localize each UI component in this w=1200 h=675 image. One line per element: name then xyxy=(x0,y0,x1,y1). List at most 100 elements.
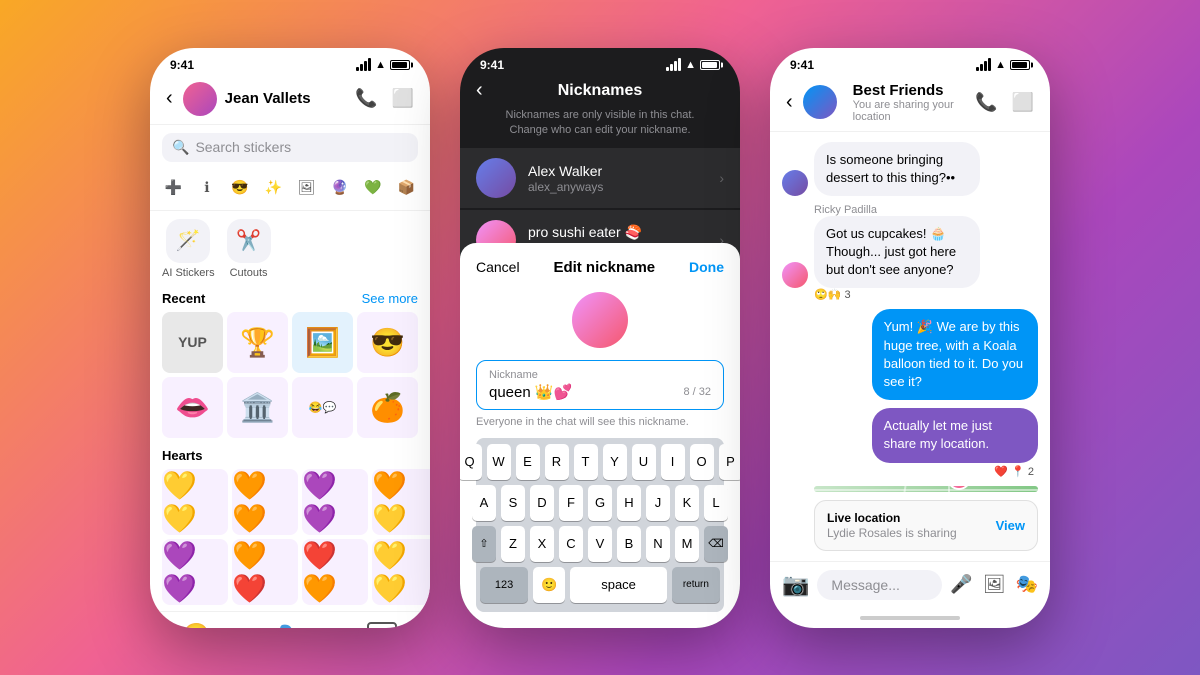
back-button-1[interactable]: ‹ xyxy=(166,87,173,110)
back-button-2[interactable]: ‹ xyxy=(476,79,483,102)
key-t[interactable]: T xyxy=(574,444,598,480)
heart-3[interactable]: 💜💜 xyxy=(302,469,368,535)
key-r[interactable]: R xyxy=(545,444,569,480)
sticker-icon-3[interactable]: ✨ xyxy=(262,174,285,202)
recent-label: Recent xyxy=(162,291,205,306)
bubble-2: Got us cupcakes! 🧁 Though... just got he… xyxy=(814,216,980,289)
battery-icon-2 xyxy=(700,60,720,70)
status-time-3: 9:41 xyxy=(790,58,814,72)
emoji-icon[interactable]: 😊 xyxy=(183,622,210,628)
heart-2[interactable]: 🧡🧡 xyxy=(232,469,298,535)
hearts-grid-2: 💜💜 🧡❤️ ❤️🧡 💛💛 xyxy=(150,539,430,605)
key-z[interactable]: Z xyxy=(501,526,525,562)
key-q[interactable]: Q xyxy=(460,444,482,480)
key-f[interactable]: F xyxy=(559,485,583,521)
add-icon[interactable]: ➕ xyxy=(162,174,185,202)
info-icon[interactable]: ℹ xyxy=(195,174,218,202)
heart-6[interactable]: 🧡❤️ xyxy=(232,539,298,605)
gif-icon[interactable]: GIF xyxy=(367,622,397,628)
status-icons-3: ▲ xyxy=(976,58,1030,71)
see-more-button[interactable]: See more xyxy=(362,291,418,306)
nicknames-title: Nicknames xyxy=(558,82,643,100)
key-e[interactable]: E xyxy=(516,444,540,480)
nickname-item-1[interactable]: Alex Walker alex_anyways › xyxy=(460,148,740,208)
key-s[interactable]: S xyxy=(501,485,525,521)
key-i[interactable]: I xyxy=(661,444,685,480)
heart-4[interactable]: 🧡💛 xyxy=(372,469,430,535)
video-icon-1[interactable]: ⬜ xyxy=(392,88,414,109)
key-delete[interactable]: ⌫ xyxy=(704,526,728,562)
done-button[interactable]: Done xyxy=(689,259,724,275)
sticker-frame[interactable]: 🖼️ xyxy=(292,312,353,373)
key-u[interactable]: U xyxy=(632,444,656,480)
nickname-name-2: pro sushi eater 🍣 xyxy=(528,224,719,241)
heart-1[interactable]: 💛💛 xyxy=(162,469,228,535)
edit-avatar xyxy=(572,292,628,348)
key-return[interactable]: return xyxy=(672,567,720,603)
bubble-4: Actually let me just share my location. xyxy=(872,408,1038,462)
key-d[interactable]: D xyxy=(530,485,554,521)
microphone-icon[interactable]: 🎤 xyxy=(950,574,972,595)
image-icon[interactable]: 🖼 xyxy=(983,574,1006,595)
key-v[interactable]: V xyxy=(588,526,612,562)
back-button-3[interactable]: ‹ xyxy=(786,91,793,114)
ai-stickers-category[interactable]: 🪄 AI Stickers xyxy=(162,219,215,279)
chat-name: Best Friends xyxy=(853,82,975,99)
cutouts-category[interactable]: ✂️ Cutouts xyxy=(227,219,271,279)
key-emoji[interactable]: 🙂 xyxy=(533,567,565,603)
sticker-search[interactable]: 🔍 Search stickers xyxy=(162,133,418,162)
phone-icon-1[interactable]: 📞 xyxy=(355,88,377,109)
live-location-sub: Lydie Rosales is sharing xyxy=(827,526,957,540)
key-p[interactable]: P xyxy=(719,444,741,480)
sticker-icon-5[interactable]: 🔮 xyxy=(328,174,351,202)
camera-icon[interactable]: 📷 xyxy=(782,572,809,598)
key-k[interactable]: K xyxy=(675,485,699,521)
sticker-tab-icon[interactable]: 🎭 xyxy=(275,622,302,628)
sticker-glasses[interactable]: 😎 xyxy=(357,312,418,373)
search-placeholder-1: Search stickers xyxy=(195,139,291,155)
sticker-icon-6[interactable]: 💚 xyxy=(362,174,385,202)
key-y[interactable]: Y xyxy=(603,444,627,480)
key-shift[interactable]: ⇧ xyxy=(472,526,496,562)
key-space[interactable]: space xyxy=(570,567,666,603)
sticker-yup[interactable]: YUP xyxy=(162,312,223,373)
status-time-1: 9:41 xyxy=(170,58,194,72)
sticker-trophy[interactable]: 🏆 xyxy=(227,312,288,373)
heart-8[interactable]: 💛💛 xyxy=(372,539,430,605)
key-x[interactable]: X xyxy=(530,526,554,562)
sticker-crazy[interactable]: 😂💬 xyxy=(292,377,353,438)
key-num[interactable]: 123 xyxy=(480,567,528,603)
key-h[interactable]: H xyxy=(617,485,641,521)
contact-name-1: Jean Vallets xyxy=(225,90,355,107)
key-l[interactable]: L xyxy=(704,485,728,521)
message-input[interactable]: Message... xyxy=(817,570,942,600)
key-b[interactable]: B xyxy=(617,526,641,562)
sticker-icon-4[interactable]: 🖼 xyxy=(295,174,318,202)
sticker-orange[interactable]: 🍊 xyxy=(357,377,418,438)
key-c[interactable]: C xyxy=(559,526,583,562)
key-g[interactable]: G xyxy=(588,485,612,521)
sticker-icon-7[interactable]: 📦 xyxy=(395,174,418,202)
sticker-lips[interactable]: 👄 xyxy=(162,377,223,438)
key-n[interactable]: N xyxy=(646,526,670,562)
key-w[interactable]: W xyxy=(487,444,511,480)
sticker-icon[interactable]: 🎭 xyxy=(1016,574,1038,595)
key-o[interactable]: O xyxy=(690,444,714,480)
key-a[interactable]: A xyxy=(472,485,496,521)
heart-7[interactable]: ❤️🧡 xyxy=(302,539,368,605)
heart-5[interactable]: 💜💜 xyxy=(162,539,228,605)
nickname-handle-1: alex_anyways xyxy=(528,180,719,194)
sticker-icon-2[interactable]: 😎 xyxy=(229,174,252,202)
sticker-pillars[interactable]: 🏛️ xyxy=(227,377,288,438)
cancel-button[interactable]: Cancel xyxy=(476,259,520,275)
nickname-input-container[interactable]: Nickname queen 👑💕 8 / 32 xyxy=(476,360,724,410)
phone-icon-3[interactable]: 📞 xyxy=(975,92,997,113)
view-button[interactable]: View xyxy=(996,518,1025,533)
nickname-input-value[interactable]: queen 👑💕 xyxy=(489,383,572,401)
key-m[interactable]: M xyxy=(675,526,699,562)
map-bg xyxy=(814,486,1038,492)
sticker-toolbar: ➕ ℹ 😎 ✨ 🖼 🔮 💚 📦 xyxy=(150,170,430,211)
key-j[interactable]: J xyxy=(646,485,670,521)
video-icon-3[interactable]: ⬜ xyxy=(1012,92,1034,113)
nickname-avatar-1 xyxy=(476,158,516,198)
